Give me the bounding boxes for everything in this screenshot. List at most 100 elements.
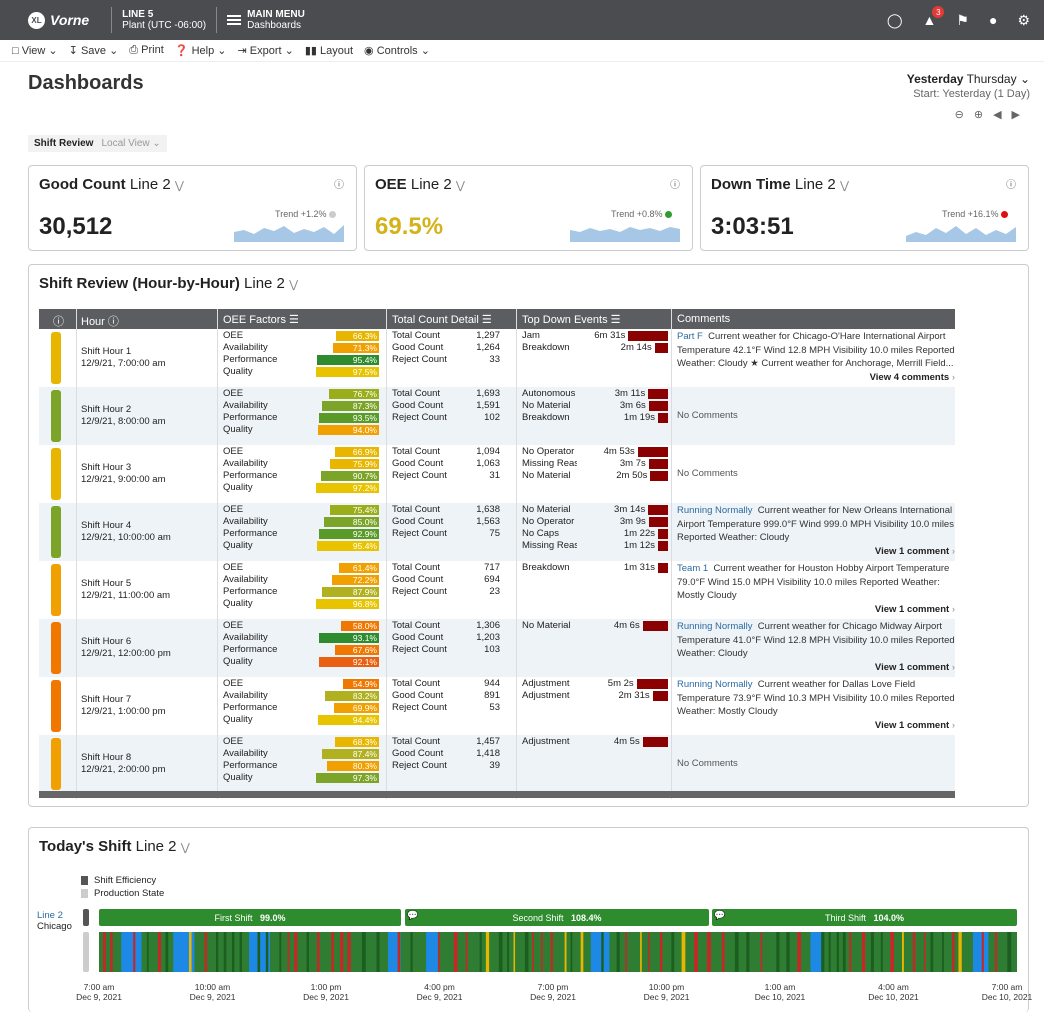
comment-tag[interactable]: Running Normally <box>677 679 753 690</box>
state-segment <box>485 932 490 972</box>
kpi-value: 69.5% <box>375 213 444 240</box>
horizontal-scrollbar[interactable] <box>39 791 955 798</box>
kpi-value: 3:03:51 <box>711 213 794 240</box>
factor-bar: 94.0% <box>317 425 379 435</box>
date-range: Start: Yesterday (1 Day) <box>913 88 1030 100</box>
comment-tag[interactable]: Team 1 <box>677 563 708 574</box>
date-selector[interactable]: Yesterday Thursday ⌄ Start: Yesterday (1… <box>907 72 1030 121</box>
comments-cell: No Comments <box>677 468 738 479</box>
view-tabs: Shift Review Local View ⌄ <box>28 135 167 152</box>
view-comments-link[interactable]: View 4 comments › <box>677 371 955 385</box>
table-row[interactable]: Shift Hour 4 12/9/21, 10:00:00 am OEE 75.4%… <box>39 503 955 561</box>
factor-bar: 69.9% <box>333 703 379 713</box>
prev-icon[interactable]: ◀ <box>993 109 1011 121</box>
state-segment <box>923 932 926 972</box>
view-comments-link[interactable]: View 1 comment › <box>677 719 955 733</box>
factor-bar: 68.3% <box>334 737 379 747</box>
line-selector[interactable]: LINE 5 Plant (UTC -06:00) <box>122 9 206 31</box>
state-segment <box>437 932 440 972</box>
comment-tag[interactable]: Part F <box>677 331 703 342</box>
flag-icon[interactable]: ⚑ <box>956 12 969 29</box>
comment-tag[interactable]: Running Normally <box>677 505 753 516</box>
view-comments-link[interactable]: View 1 comment › <box>677 661 955 675</box>
table-row[interactable]: Shift Hour 7 12/9/21, 1:00:00 pm OEE 54.9% A… <box>39 677 955 735</box>
vorne-logo[interactable]: XL Vorne <box>0 11 101 29</box>
col-down-events[interactable]: Top Down Events ☰ <box>522 313 621 326</box>
col-count-detail[interactable]: Total Count Detail ☰ <box>392 313 492 326</box>
row-hour[interactable]: Shift Hour 3 12/9/21, 9:00:00 am <box>81 462 166 487</box>
tab-local-view[interactable]: Local View ⌄ <box>101 138 160 149</box>
info-icon[interactable]: ⓘ <box>670 176 680 191</box>
state-segment <box>188 932 192 972</box>
oee-factors-cell: OEE 66.9% Availability 75.9% Performance 90.7… <box>223 446 379 493</box>
next-icon[interactable]: ▶ <box>1012 109 1030 121</box>
row-hour[interactable]: Shift Hour 8 12/9/21, 2:00:00 pm <box>81 752 166 777</box>
main-menu-button[interactable]: MAIN MENU Dashboards <box>227 9 305 31</box>
row-hour[interactable]: Shift Hour 1 12/9/21, 7:00:00 am <box>81 346 166 371</box>
factor-bar: 75.9% <box>329 459 379 469</box>
down-bar <box>650 471 668 481</box>
state-segment <box>165 932 169 972</box>
time-tick: 7:00 am Dec 9, 2021 <box>76 982 122 1002</box>
state-segment <box>601 932 604 972</box>
row-hour[interactable]: Shift Hour 7 12/9/21, 1:00:00 pm <box>81 694 166 719</box>
production-timeline[interactable] <box>99 932 1017 972</box>
row-hour[interactable]: Shift Hour 4 12/9/21, 10:00:00 am <box>81 520 171 545</box>
third-shift-bar[interactable]: 💬 Third Shift 104.0% <box>712 909 1017 926</box>
controls-menu[interactable]: ◉ Controls ⌄ <box>364 44 430 57</box>
info-icon[interactable]: ⓘ <box>1006 176 1016 191</box>
layout-button[interactable]: ▮▮ Layout <box>305 44 353 57</box>
row-hour[interactable]: Shift Hour 5 12/9/21, 11:00:00 am <box>81 578 170 603</box>
state-segment <box>133 932 136 972</box>
state-segment <box>590 932 610 972</box>
factor-bar: 92.9% <box>318 529 379 539</box>
col-oee-factors[interactable]: OEE Factors ☰ <box>223 313 299 326</box>
oee-factors-cell: OEE 66.3% Availability 71.3% Performance 95.4… <box>223 330 379 377</box>
print-button[interactable]: ⎙ Print <box>129 44 164 57</box>
zoom-in-icon[interactable]: ⊕ <box>974 109 993 121</box>
view-comments-link[interactable]: View 1 comment › <box>677 545 955 559</box>
line-label[interactable]: Line 2 Chicago <box>37 910 72 932</box>
table-row[interactable]: Shift Hour 1 12/9/21, 7:00:00 am OEE 66.3% A… <box>39 329 955 387</box>
second-shift-bar[interactable]: 💬 Second Shift 108.4% <box>405 909 709 926</box>
first-shift-bar[interactable]: First Shift 99.0% <box>99 909 401 926</box>
view-menu[interactable]: □ View ⌄ <box>12 44 58 57</box>
state-segment <box>376 932 380 972</box>
zoom-out-icon[interactable]: ⊖ <box>955 109 974 121</box>
top-bar: XL Vorne LINE 5 Plant (UTC -06:00) MAIN … <box>0 0 1044 40</box>
table-row[interactable]: Shift Hour 2 12/9/21, 8:00:00 am OEE 76.7% A… <box>39 387 955 445</box>
info-icon[interactable]: ⓘ <box>53 313 64 329</box>
state-segment <box>507 932 510 972</box>
table-row[interactable]: Shift Hour 3 12/9/21, 9:00:00 am OEE 66.9% A… <box>39 445 955 503</box>
table-row[interactable]: Shift Hour 8 12/9/21, 2:00:00 pm OEE 68.3% A… <box>39 735 955 793</box>
save-menu[interactable]: ↧ Save ⌄ <box>69 44 119 57</box>
info-icon[interactable]: ⓘ <box>334 176 344 191</box>
table-row[interactable]: Shift Hour 5 12/9/21, 11:00:00 am OEE 61.4%… <box>39 561 955 619</box>
oee-factors-cell: OEE 58.0% Availability 93.1% Performance 67.6… <box>223 620 379 667</box>
kpi-card-down-time: Down Time Line 2 ⋁ ⓘ 3:03:51 Trend +16.1… <box>700 165 1029 251</box>
tab-shift-review[interactable]: Shift Review <box>34 138 93 149</box>
state-segment <box>294 932 298 972</box>
down-bar <box>654 343 668 353</box>
time-tick: 10:00 am Dec 9, 2021 <box>189 982 236 1002</box>
comment-tag[interactable]: Running Normally <box>677 621 753 632</box>
down-bar <box>636 679 668 689</box>
help-menu[interactable]: ❓ Help ⌄ <box>175 44 227 57</box>
search-icon[interactable]: ◯ <box>887 12 903 29</box>
bell-icon[interactable]: ▲ 3 <box>923 6 945 28</box>
export-menu[interactable]: ⇥ Export ⌄ <box>237 44 293 57</box>
row-hour[interactable]: Shift Hour 2 12/9/21, 8:00:00 am <box>81 404 166 429</box>
state-segment <box>465 932 468 972</box>
row-hour[interactable]: Shift Hour 6 12/9/21, 12:00:00 pm <box>81 636 171 661</box>
gear-icon[interactable]: ⚙ <box>1017 12 1030 29</box>
view-comments-link[interactable]: View 1 comment › <box>677 603 955 617</box>
col-hour[interactable]: Hour ⓘ <box>81 313 119 329</box>
toolbar: □ View ⌄ ↧ Save ⌄ ⎙ Print ❓ Help ⌄ ⇥ Exp… <box>0 40 1044 62</box>
table-row[interactable]: Shift Hour 6 12/9/21, 12:00:00 pm OEE 58.0%… <box>39 619 955 677</box>
col-comments[interactable]: Comments <box>677 313 730 325</box>
user-icon[interactable]: ● <box>989 12 997 28</box>
state-segment <box>361 932 366 972</box>
kpi-trend: Trend +16.1% <box>942 209 1008 219</box>
down-events-cell: No Material 3m 14s No Operator 3m 9s No Caps… <box>522 504 668 552</box>
state-segment <box>625 932 627 972</box>
